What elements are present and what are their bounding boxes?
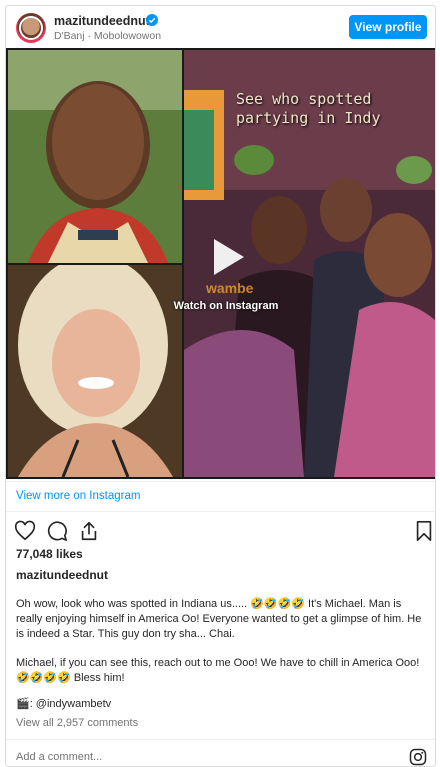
svg-text:wambe: wambe [205, 280, 254, 296]
view-all-comments-link[interactable]: View all 2,957 comments [16, 717, 138, 729]
heart-icon[interactable] [14, 520, 36, 542]
caption-paragraph: Michael, if you can see this, reach out … [16, 657, 420, 684]
divider [6, 511, 435, 512]
image-panel-man [8, 50, 182, 263]
header-subtitle[interactable]: D'Banj · Mobolowowon [54, 30, 161, 42]
share-icon[interactable] [78, 520, 100, 542]
divider [6, 739, 435, 740]
video-credit: 🎬: @indywambetv [16, 698, 112, 710]
post-header: mazitundeednut D'Banj · Mobolowowon View… [6, 6, 435, 48]
instagram-icon[interactable] [409, 748, 427, 766]
watch-on-instagram-label[interactable]: Watch on Instagram [171, 300, 281, 312]
post-caption: Oh wow, look who was spotted in Indiana … [16, 597, 430, 700]
avatar[interactable] [16, 13, 46, 43]
verified-icon [146, 14, 158, 26]
caption-paragraph: Oh wow, look who was spotted in Indiana … [16, 598, 422, 640]
action-bar [14, 520, 432, 544]
view-profile-button[interactable]: View profile [349, 15, 427, 39]
view-more-link[interactable]: View more on Instagram [16, 490, 140, 502]
divider [6, 481, 435, 482]
likes-count[interactable]: 77,048 likes [16, 547, 83, 561]
instagram-embed: mazitundeednut D'Banj · Mobolowowon View… [5, 5, 436, 767]
image-panel-woman [8, 265, 182, 477]
play-icon[interactable] [202, 233, 250, 281]
video-overlay-text: See who spotted partying in Indy [236, 90, 381, 127]
post-media[interactable]: wambe See who spotted partying in Indy W… [6, 48, 435, 479]
comment-icon[interactable] [46, 520, 68, 542]
bookmark-icon[interactable] [413, 520, 435, 542]
add-comment-input[interactable]: Add a comment... [16, 751, 102, 763]
header-username[interactable]: mazitundeednut [54, 14, 150, 28]
caption-username[interactable]: mazitundeednut [16, 568, 108, 582]
